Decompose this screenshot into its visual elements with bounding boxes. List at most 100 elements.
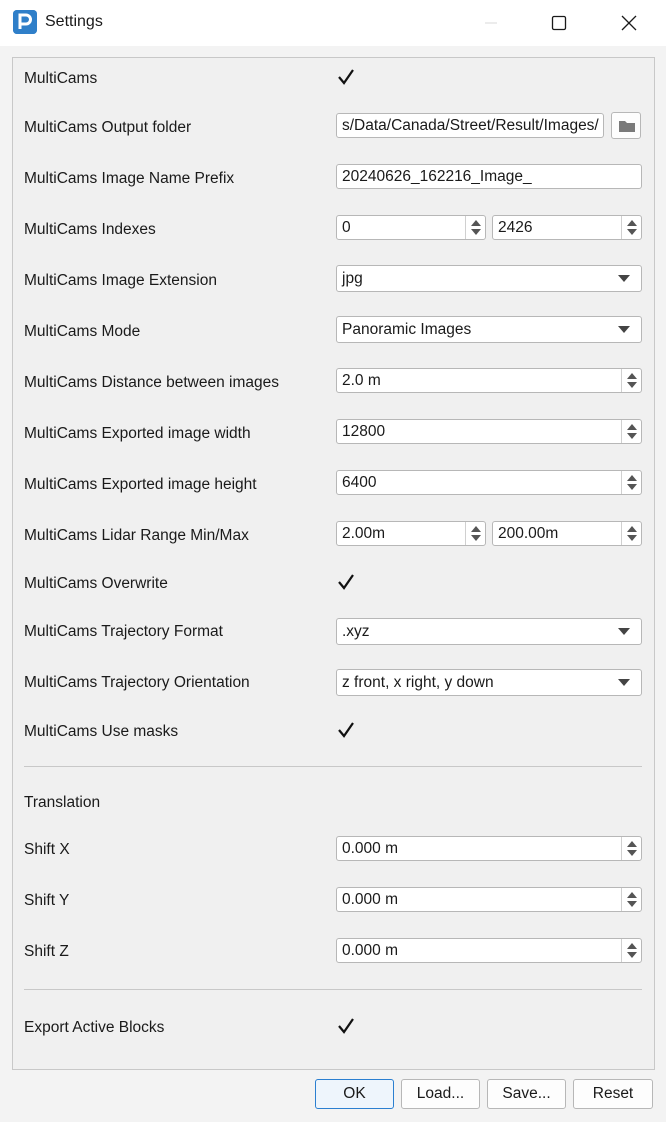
load-button[interactable]: Load... [401,1079,480,1109]
trajectory-format-dropdown[interactable]: .xyz [336,618,642,645]
trajectory-orientation-value: z front, x right, y down [342,674,494,691]
chevron-down-icon [618,628,630,635]
checkmark-icon [338,722,354,738]
lidar-max-value: 200.00m [498,525,559,542]
trajectory-format-value: .xyz [342,623,370,640]
checkmark-icon [338,1018,354,1034]
checkmark-icon [338,69,354,85]
shift-z-label: Shift Z [24,943,69,960]
shift-z-spinbox[interactable]: 0.000 m [336,938,642,963]
close-button[interactable] [594,0,664,46]
app-logo-icon [13,10,37,34]
shift-y-spinbox[interactable]: 0.000 m [336,887,642,912]
name-prefix-label: MultiCams Image Name Prefix [24,170,235,187]
multicams-checkbox[interactable] [336,67,356,87]
spin-arrows[interactable] [621,420,641,443]
overwrite-label: MultiCams Overwrite [24,575,168,592]
shift-z-value: 0.000 m [342,942,399,959]
spin-up-icon [627,943,637,949]
indexes-label: MultiCams Indexes [24,221,156,238]
spin-arrows[interactable] [621,216,641,239]
mode-dropdown[interactable]: Panoramic Images [336,316,642,343]
shift-y-label: Shift Y [24,892,70,909]
name-prefix-input[interactable]: 20240626_162216_Image_ [336,164,642,189]
separator [24,989,642,990]
output-folder-label: MultiCams Output folder [24,119,192,136]
chevron-down-icon [618,326,630,333]
index-from-value: 0 [342,219,351,236]
spin-arrows[interactable] [621,888,641,911]
spin-up-icon [627,475,637,481]
spin-down-icon [471,229,481,235]
multicams-label: MultiCams [24,70,98,87]
shift-y-value: 0.000 m [342,891,399,908]
spin-down-icon [471,535,481,541]
translation-heading: Translation [24,794,101,811]
mode-value: Panoramic Images [342,321,472,338]
overwrite-checkbox[interactable] [336,572,356,592]
ok-button[interactable]: OK [315,1079,394,1109]
spin-arrows[interactable] [621,837,641,860]
browse-folder-button[interactable] [611,112,641,139]
spin-up-icon [627,526,637,532]
distance-label: MultiCams Distance between images [24,374,279,391]
minimize-icon [485,22,497,24]
lidar-min-value: 2.00m [342,525,386,542]
maximize-button[interactable] [524,0,594,46]
spin-down-icon [627,535,637,541]
maximize-icon [551,15,567,31]
lidar-range-label: MultiCams Lidar Range Min/Max [24,527,249,544]
index-from-spinbox[interactable]: 0 [336,215,486,240]
title-bar: Settings [0,0,666,46]
export-active-blocks-checkbox[interactable] [336,1016,356,1036]
image-extension-dropdown[interactable]: jpg [336,265,642,292]
spin-arrows[interactable] [465,216,485,239]
chevron-down-icon [618,679,630,686]
output-folder-value: s/Data/Canada/Street/Result/Images/ [342,117,599,134]
spin-down-icon [627,484,637,490]
image-extension-label: MultiCams Image Extension [24,272,217,289]
spin-arrows[interactable] [465,522,485,545]
mode-label: MultiCams Mode [24,323,141,340]
spin-down-icon [627,382,637,388]
spin-up-icon [471,220,481,226]
reset-button[interactable]: Reset [573,1079,653,1109]
distance-value: 2.0 m [342,372,381,389]
window-title: Settings [45,13,103,30]
export-active-blocks-label: Export Active Blocks [24,1019,165,1036]
spin-up-icon [627,841,637,847]
index-to-spinbox[interactable]: 2426 [492,215,642,240]
image-width-spinbox[interactable]: 12800 [336,419,642,444]
trajectory-orientation-label: MultiCams Trajectory Orientation [24,674,250,691]
spin-down-icon [627,850,637,856]
image-height-label: MultiCams Exported image height [24,476,257,493]
spin-arrows[interactable] [621,522,641,545]
image-width-label: MultiCams Exported image width [24,425,251,442]
spin-up-icon [471,526,481,532]
minimize-button[interactable] [456,0,526,46]
folder-icon [619,121,635,132]
index-to-value: 2426 [498,219,533,236]
spin-up-icon [627,424,637,430]
image-extension-value: jpg [342,270,363,287]
lidar-max-spinbox[interactable]: 200.00m [492,521,642,546]
spin-up-icon [627,892,637,898]
lidar-min-spinbox[interactable]: 2.00m [336,521,486,546]
image-height-spinbox[interactable]: 6400 [336,470,642,495]
spin-arrows[interactable] [621,471,641,494]
spin-down-icon [627,952,637,958]
settings-panel: MultiCams MultiCams Output folder s/Data… [12,57,655,1070]
distance-spinbox[interactable]: 2.0 m [336,368,642,393]
trajectory-format-label: MultiCams Trajectory Format [24,623,223,640]
shift-x-spinbox[interactable]: 0.000 m [336,836,642,861]
image-height-value: 6400 [342,474,377,491]
spin-arrows[interactable] [621,369,641,392]
spin-down-icon [627,229,637,235]
spin-arrows[interactable] [621,939,641,962]
chevron-down-icon [618,275,630,282]
save-button[interactable]: Save... [487,1079,566,1109]
use-masks-label: MultiCams Use masks [24,723,179,740]
trajectory-orientation-dropdown[interactable]: z front, x right, y down [336,669,642,696]
use-masks-checkbox[interactable] [336,720,356,740]
output-folder-input[interactable]: s/Data/Canada/Street/Result/Images/ [336,113,604,138]
